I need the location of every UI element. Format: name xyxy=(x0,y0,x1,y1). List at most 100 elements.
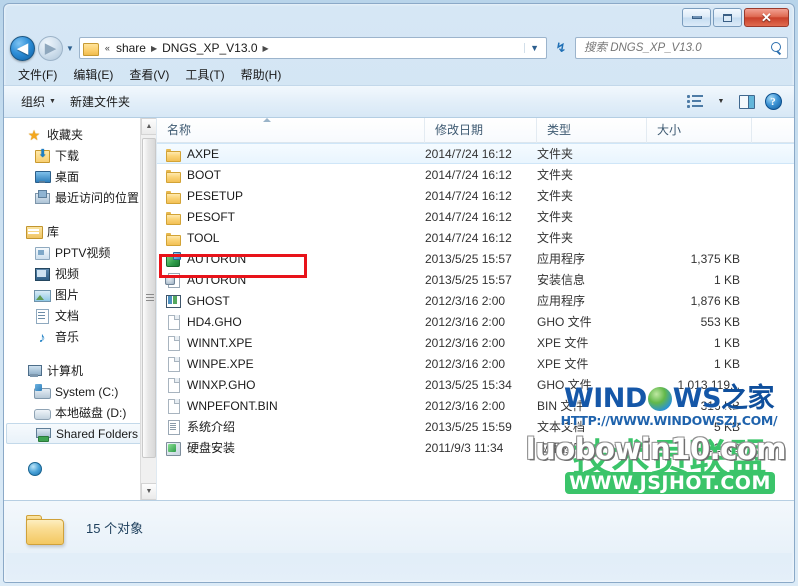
folder-icon xyxy=(165,209,181,225)
column-header-size[interactable]: 大小 xyxy=(647,118,752,143)
sidebar-item-libraries[interactable]: 库 xyxy=(4,221,156,242)
menu-view[interactable]: 查看(V) xyxy=(121,64,177,85)
organize-button[interactable]: 组织 ▼ xyxy=(14,90,63,113)
search-box[interactable] xyxy=(575,37,788,59)
table-row[interactable]: WINNT.XPE 2012/3/16 2:00 XPE 文件 1 KB xyxy=(157,332,794,353)
file-name-cell: AUTORUN xyxy=(157,272,425,288)
file-name: AXPE xyxy=(187,146,220,161)
table-row[interactable]: AXPE 2014/7/24 16:12 文件夹 xyxy=(157,143,794,164)
file-name-cell: PESOFT xyxy=(157,209,425,225)
table-row[interactable]: BOOT 2014/7/24 16:12 文件夹 xyxy=(157,164,794,185)
menu-edit[interactable]: 编辑(E) xyxy=(65,64,121,85)
breadcrumb-overflow-icon[interactable]: « xyxy=(101,43,114,53)
folder-icon xyxy=(165,230,181,246)
sidebar-item-favorites[interactable]: ★ 收藏夹 xyxy=(4,124,156,145)
scroll-up-button[interactable]: ▲ xyxy=(141,118,156,135)
sidebar-item-local-disk-d[interactable]: 本地磁盘 (D:) xyxy=(4,402,156,423)
column-header-date[interactable]: 修改日期 xyxy=(425,118,537,143)
sidebar-item-documents[interactable]: 文档 xyxy=(4,305,156,326)
file-icon xyxy=(165,377,181,393)
sidebar-item-videos[interactable]: 视频 xyxy=(4,263,156,284)
table-row[interactable]: 系统介绍 2013/5/25 15:59 文本文档 5 KB xyxy=(157,416,794,437)
table-row[interactable]: TOOL 2014/7/24 16:12 文件夹 xyxy=(157,227,794,248)
file-size-cell: 5,552 KB xyxy=(690,440,740,455)
organize-label: 组织 xyxy=(21,95,46,109)
table-row[interactable]: 硬盘安装 2011/9/3 11:34 应用程序 5,552 KB xyxy=(157,437,794,458)
table-row[interactable]: HD4.GHO 2012/3/16 2:00 GHO 文件 553 KB xyxy=(157,311,794,332)
recent-pages-dropdown-button[interactable]: ▼ xyxy=(66,44,74,53)
table-row[interactable]: WNPEFONT.BIN 2012/3/16 2:00 BIN 文件 316 K… xyxy=(157,395,794,416)
minimize-button[interactable] xyxy=(682,8,711,27)
table-row[interactable]: PESETUP 2014/7/24 16:12 文件夹 xyxy=(157,185,794,206)
sidebar-item-music[interactable]: ♪ 音乐 xyxy=(4,326,156,347)
star-icon: ★ xyxy=(27,126,41,143)
table-row[interactable]: AUTORUN 2013/5/25 15:57 应用程序 1,375 KB xyxy=(157,248,794,269)
address-bar[interactable]: « share ▶ DNGS_XP_V13.0 ▶ ▼ xyxy=(78,37,547,59)
menu-help[interactable]: 帮助(H) xyxy=(233,64,290,85)
sidebar-label: PPTV视频 xyxy=(55,246,111,260)
file-type-cell: 文件夹 xyxy=(537,210,574,224)
back-button[interactable]: ◀ xyxy=(10,35,35,61)
file-name-cell: 系统介绍 xyxy=(157,418,425,435)
chevron-right-icon[interactable]: ▶ xyxy=(148,44,160,53)
breadcrumb-item-share[interactable]: share xyxy=(114,40,148,56)
table-row[interactable]: WINXP.GHO 2013/5/25 15:34 GHO 文件 1,013,1… xyxy=(157,374,794,395)
sidebar-item-pptv-video[interactable]: PPTV视频 xyxy=(4,242,156,263)
forward-button[interactable]: ▶ xyxy=(38,35,63,61)
file-size-cell: 316 KB xyxy=(700,398,740,413)
menu-file[interactable]: 文件(F) xyxy=(10,64,65,85)
table-row[interactable]: GHOST 2012/3/16 2:00 应用程序 1,876 KB xyxy=(157,290,794,311)
file-name-cell: BOOT xyxy=(157,167,425,183)
column-header-name[interactable]: 名称 xyxy=(157,118,425,143)
scrollbar-thumb[interactable] xyxy=(142,138,156,458)
address-dropdown-button[interactable]: ▼ xyxy=(524,43,544,53)
file-name-cell: WINXP.GHO xyxy=(157,377,425,393)
sidebar-item-pictures[interactable]: 图片 xyxy=(4,284,156,305)
file-name: BOOT xyxy=(187,167,222,182)
desktop-icon xyxy=(34,169,51,185)
file-type-cell: 文件夹 xyxy=(537,189,574,203)
sidebar-item-computer[interactable]: 计算机 xyxy=(4,360,156,381)
forward-arrow-icon: ▶ xyxy=(44,39,57,57)
file-name-cell: TOOL xyxy=(157,230,425,246)
chevron-right-icon[interactable]: ▶ xyxy=(260,44,272,53)
file-name: TOOL xyxy=(187,230,220,245)
table-row[interactable]: WINPE.XPE 2012/3/16 2:00 XPE 文件 1 KB xyxy=(157,353,794,374)
navigation-scrollbar[interactable]: ▲ ▼ xyxy=(140,118,156,500)
close-button[interactable]: ✕ xyxy=(744,8,789,27)
column-header-type[interactable]: 类型 xyxy=(537,118,647,143)
maximize-button[interactable] xyxy=(713,8,742,27)
video-icon xyxy=(34,266,50,282)
file-icon xyxy=(165,335,181,351)
sidebar-item-recent-places[interactable]: 最近访问的位置 xyxy=(4,187,156,208)
sidebar-label: 文档 xyxy=(55,309,80,323)
menu-tools[interactable]: 工具(T) xyxy=(177,64,232,85)
file-type-cell: 文件夹 xyxy=(537,147,574,161)
sidebar-label: 计算机 xyxy=(47,364,84,378)
sidebar-item-system-c[interactable]: System (C:) xyxy=(4,381,156,402)
sidebar-item-shared-folders[interactable]: Shared Folders xyxy=(6,423,154,444)
sidebar-label: System (C:) xyxy=(55,384,119,399)
preview-pane-button[interactable] xyxy=(734,91,760,113)
nav-group-favorites: ★ 收藏夹 下载 桌面 最近访问的位置 xyxy=(4,124,156,208)
column-header-filler xyxy=(752,118,794,143)
view-dropdown-button[interactable]: ▼ xyxy=(708,91,734,113)
folder-icon xyxy=(82,42,99,56)
refresh-button[interactable]: ↯ xyxy=(550,37,572,59)
scroll-down-button[interactable]: ▼ xyxy=(141,483,156,500)
file-date-cell: 2013/5/25 15:57 xyxy=(425,251,512,266)
sidebar-item-network[interactable] xyxy=(4,457,156,478)
file-date-cell: 2014/7/24 16:12 xyxy=(425,167,512,182)
explorer-window: ✕ ◀ ▶ ▼ « share ▶ DNGS_XP_V13.0 ▶ ▼ ↯ 搜索… xyxy=(3,3,795,583)
file-date-cell: 2014/7/24 16:12 xyxy=(425,230,512,245)
sidebar-item-downloads[interactable]: 下载 xyxy=(4,145,156,166)
sidebar-item-desktop[interactable]: 桌面 xyxy=(4,166,156,187)
help-button[interactable]: ? xyxy=(760,91,786,113)
breadcrumb-item-dngs[interactable]: DNGS_XP_V13.0 xyxy=(160,40,259,56)
table-row[interactable]: AUTORUN 2013/5/25 15:57 安装信息 1 KB xyxy=(157,269,794,290)
table-row[interactable]: PESOFT 2014/7/24 16:12 文件夹 xyxy=(157,206,794,227)
change-view-button[interactable] xyxy=(682,91,708,113)
new-folder-button[interactable]: 新建文件夹 xyxy=(63,90,137,113)
chevron-down-icon: ▼ xyxy=(49,98,56,105)
search-input[interactable] xyxy=(582,41,770,55)
